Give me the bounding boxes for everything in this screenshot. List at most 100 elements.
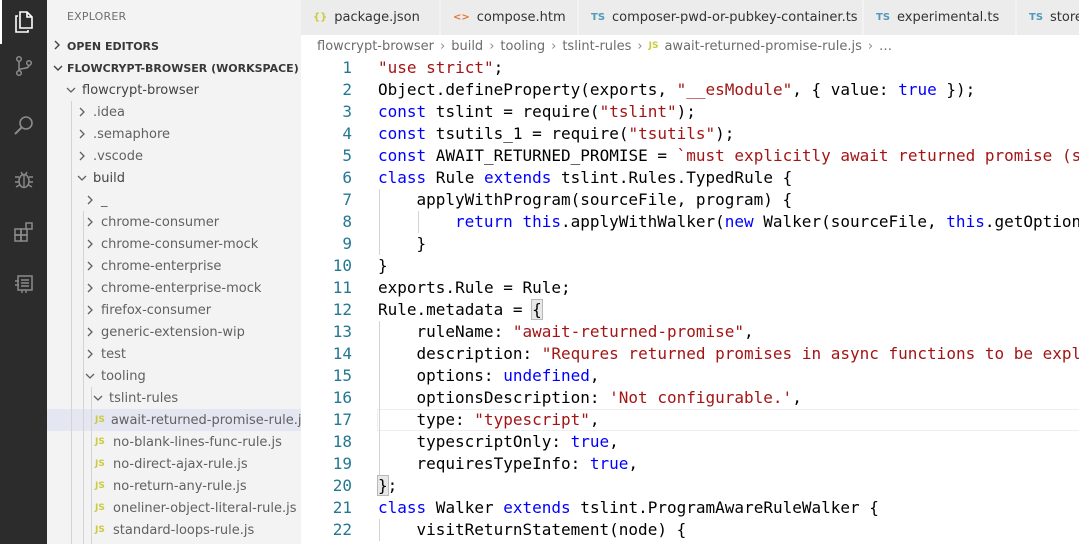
- keyword-token: const: [378, 102, 427, 121]
- keyword-token: true: [589, 454, 629, 473]
- code-token: ,: [744, 322, 754, 341]
- code-token: ,: [792, 388, 802, 407]
- breadcrumb-item[interactable]: tslint-rules: [562, 39, 631, 54]
- folder-item[interactable]: chrome-consumer-mock: [47, 233, 301, 255]
- indent-guide: [379, 365, 380, 387]
- breadcrumb-item[interactable]: flowcrypt-browser: [317, 39, 434, 54]
- folder-item[interactable]: .semaphore: [47, 123, 301, 145]
- code-token: Walker(sourceFile,: [753, 212, 947, 231]
- code-line[interactable]: 11 exports.Rule = Rule;: [301, 277, 1079, 299]
- chevron-right-icon: [85, 217, 95, 227]
- breadcrumb-ellipsis[interactable]: …: [879, 39, 892, 54]
- code-line[interactable]: 21 class Walker extends tslint.ProgramAwa…: [301, 497, 1079, 519]
- code-token: Rule.metadata =: [378, 300, 533, 319]
- breadcrumb-file[interactable]: await-returned-promise-rule.js: [664, 39, 861, 54]
- code-line[interactable]: 6 class Rule extends tslint.Rules.TypedRu…: [301, 167, 1079, 189]
- code-token: ;: [493, 58, 504, 77]
- folder-item[interactable]: .vscode: [47, 145, 301, 167]
- code-line[interactable]: 22 visitReturnStatement(node) {: [301, 519, 1079, 541]
- open-editors-section[interactable]: OPEN EDITORS: [47, 35, 301, 57]
- code-line[interactable]: 19 requiresTypeInfo: true,: [301, 453, 1079, 475]
- folder-item[interactable]: firefox-consumer: [47, 299, 301, 321]
- indent-guide: [379, 409, 380, 431]
- code-line[interactable]: 4 const tsutils_1 = require("tsutils");: [301, 123, 1079, 145]
- code-line[interactable]: 9}: [301, 233, 1079, 255]
- indent-guide: [71, 101, 72, 544]
- code-text: visitReturnStatement(node) {: [417, 519, 687, 541]
- folder-item[interactable]: test: [47, 343, 301, 365]
- editor-tab[interactable]: <> compose.htm: [441, 0, 578, 35]
- tree-item-label: tslint-rules: [109, 390, 179, 406]
- tree-item-label: _: [101, 192, 108, 208]
- folder-item[interactable]: build: [47, 167, 301, 189]
- chevron-right-icon: [85, 349, 95, 359]
- file-item[interactable]: JS no-return-any-rule.js: [47, 475, 301, 497]
- chevron-right-icon: [53, 40, 61, 53]
- folder-item[interactable]: generic-extension-wip: [47, 321, 301, 343]
- chevron-down-icon: [66, 86, 76, 94]
- folder-item[interactable]: chrome-enterprise: [47, 255, 301, 277]
- file-item[interactable]: JS no-direct-ajax-rule.js: [47, 453, 301, 475]
- file-item[interactable]: JS standard-loops-rule.js: [47, 519, 301, 541]
- code-line[interactable]: 16 optionsDescription: 'Not configurable.…: [301, 387, 1079, 409]
- code-text: Object.defineProperty(exports, "__esModu…: [378, 79, 975, 101]
- line-number: 6: [342, 168, 352, 187]
- folder-item[interactable]: _: [47, 189, 301, 211]
- explorer-icon[interactable]: [0, 0, 47, 44]
- file-item[interactable]: JS await-returned-promise-rule.js: [47, 409, 301, 431]
- explorer-sidebar: EXPLORER OPEN EDITORS FLOWCRYPT-BROWSER …: [47, 0, 301, 544]
- editor-tab[interactable]: TS store: [1017, 0, 1079, 35]
- code-text: requiresTypeInfo: true,: [417, 453, 639, 475]
- code-line[interactable]: 13 ruleName: "await-returned-promise",: [301, 321, 1079, 343]
- code-text: type: "typescript",: [417, 409, 600, 431]
- editor-tab[interactable]: {} package.json: [301, 0, 440, 35]
- breadcrumb-item[interactable]: tooling: [500, 39, 545, 54]
- code-line[interactable]: 15 options: undefined,: [301, 365, 1079, 387]
- code-line[interactable]: 12 Rule.metadata = {: [301, 299, 1079, 321]
- code-text: const tslint = require("tslint");: [378, 101, 696, 123]
- file-item[interactable]: JS no-blank-lines-func-rule.js: [47, 431, 301, 453]
- code-line[interactable]: 2 Object.defineProperty(exports, "__esMod…: [301, 79, 1079, 101]
- debug-icon[interactable]: [0, 157, 47, 201]
- folder-item[interactable]: .idea: [47, 101, 301, 123]
- code-line[interactable]: 10}: [301, 255, 1079, 277]
- code-token: }: [416, 234, 427, 253]
- js-file-icon: JS: [95, 415, 105, 425]
- code-line[interactable]: 3 const tslint = require("tslint");: [301, 101, 1079, 123]
- line-number: 11: [332, 278, 352, 297]
- code-line[interactable]: 18 typescriptOnly: true,: [301, 431, 1079, 453]
- source-control-icon[interactable]: [0, 44, 47, 88]
- editor-tab[interactable]: TS composer-pwd-or-pubkey-container.ts: [579, 0, 863, 35]
- chevron-down-icon: [53, 62, 63, 75]
- code-line[interactable]: 17 type: "typescript",: [301, 409, 1079, 431]
- explorer-title: EXPLORER: [67, 10, 127, 23]
- folder-item[interactable]: chrome-consumer: [47, 211, 301, 233]
- code-line[interactable]: 5 const AWAIT_RETURNED_PROMISE = `must ex…: [301, 145, 1079, 167]
- code-line[interactable]: 7 applyWithProgram(sourceFile, program) {: [301, 189, 1079, 211]
- indent-guide: [379, 233, 380, 255]
- folder-item[interactable]: flowcrypt-browser: [47, 79, 301, 101]
- breadcrumb-item[interactable]: build: [451, 39, 483, 54]
- editor-tab[interactable]: TS experimental.ts: [864, 0, 1016, 35]
- line-number: 18: [332, 432, 352, 451]
- search-icon[interactable]: [0, 104, 47, 148]
- file-type-icon: TS: [1029, 12, 1044, 23]
- workspace-section[interactable]: FLOWCRYPT-BROWSER (WORKSPACE): [47, 57, 301, 79]
- folder-item[interactable]: tooling: [47, 365, 301, 387]
- code-token: tslint.Rules.TypedRule {: [551, 168, 793, 187]
- code-line[interactable]: 1 "use strict";: [301, 57, 1079, 79]
- keyword-token: this: [946, 212, 985, 231]
- remote-explorer-icon[interactable]: [0, 262, 47, 306]
- code-line[interactable]: 14 description: "Requres returned promise…: [301, 343, 1079, 365]
- line-number: 14: [332, 344, 352, 363]
- code-line[interactable]: 8 return this.applyWithWalker(new Walker(…: [301, 211, 1079, 233]
- folder-item[interactable]: chrome-enterprise-mock: [47, 277, 301, 299]
- indent-guide: [91, 387, 92, 544]
- file-item[interactable]: JS oneliner-object-literal-rule.js: [47, 497, 301, 519]
- extensions-icon[interactable]: [0, 210, 47, 254]
- folder-item[interactable]: tslint-rules: [47, 387, 301, 409]
- code-editor[interactable]: 1 "use strict"; 2 Object.defineProperty(exp…: [301, 57, 1079, 544]
- js-file-icon: JS: [95, 503, 105, 513]
- indent-guide: [379, 343, 380, 365]
- code-line[interactable]: 20};: [301, 475, 1079, 497]
